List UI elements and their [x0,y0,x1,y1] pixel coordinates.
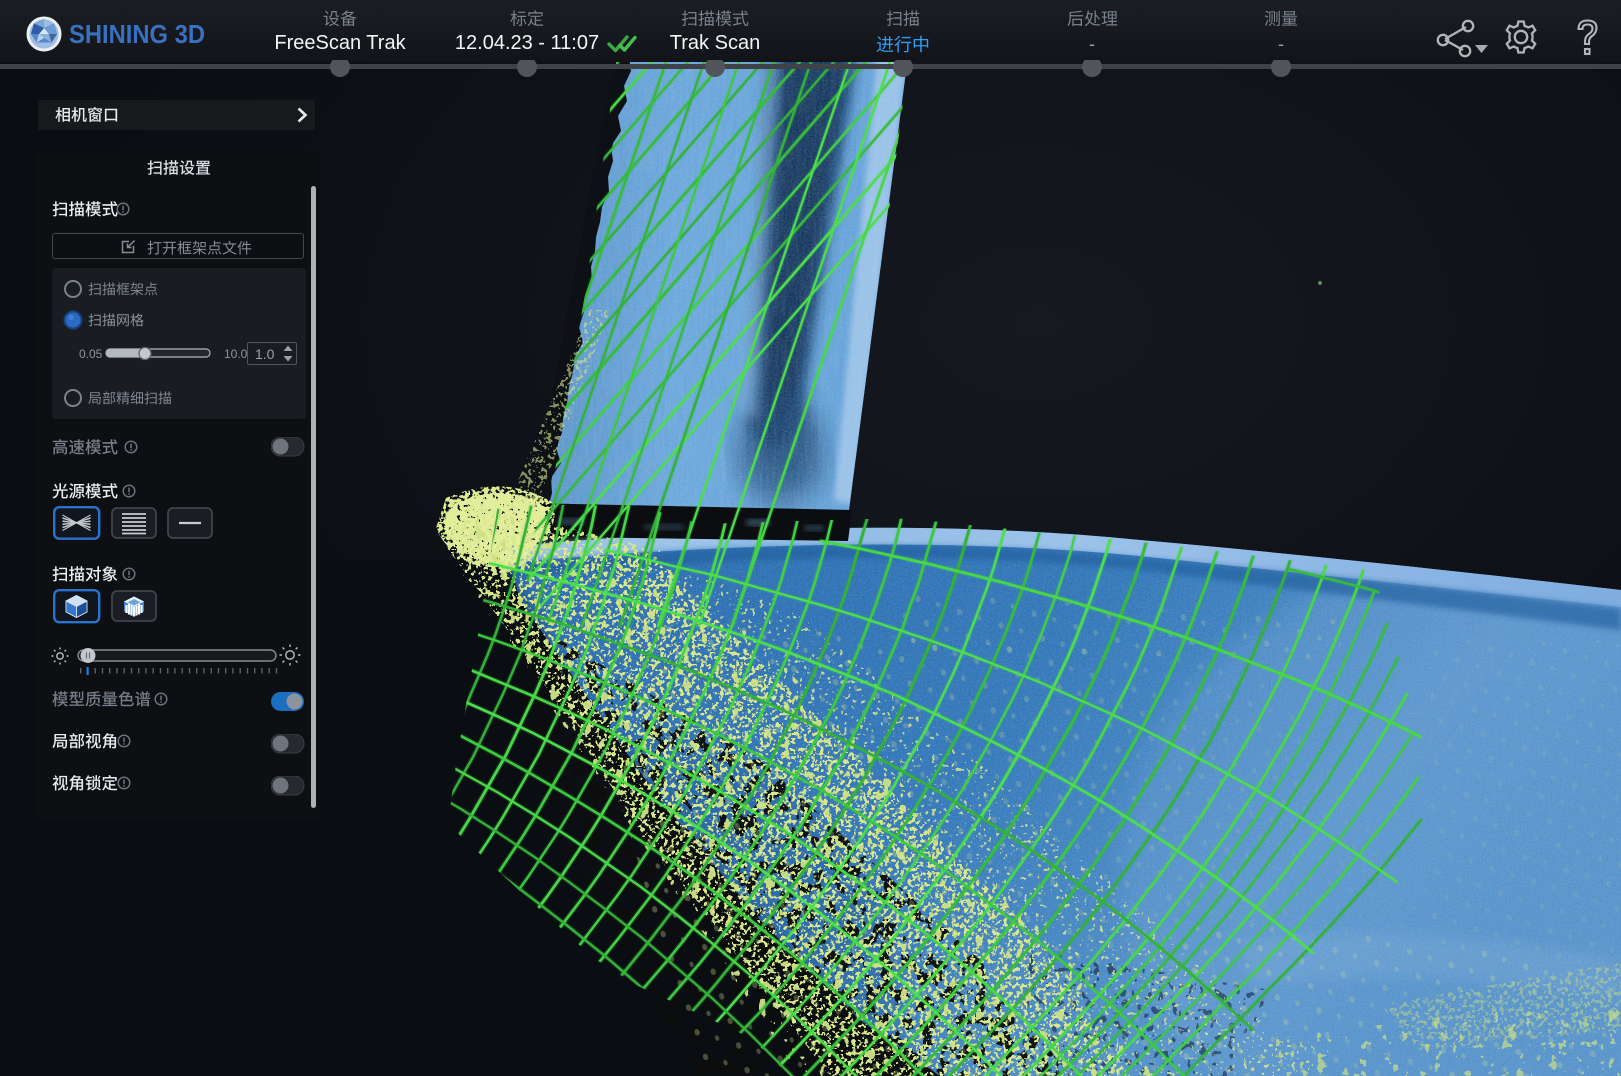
svg-text:SHINING 3D: SHINING 3D [69,19,205,49]
